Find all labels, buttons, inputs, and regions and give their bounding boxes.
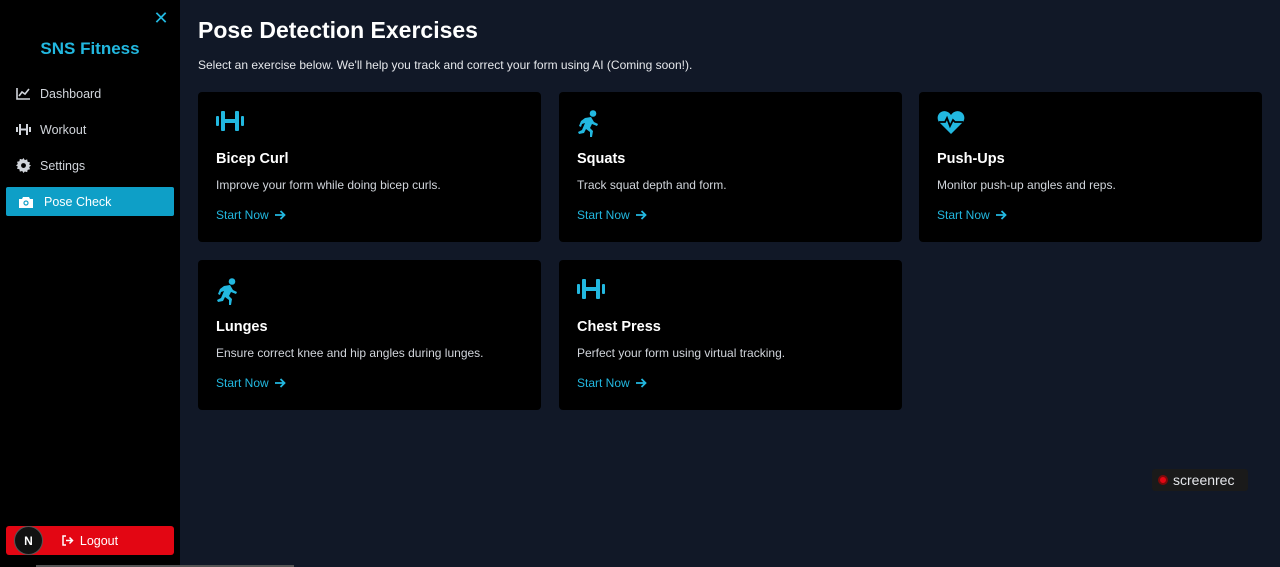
brand-title: SNS Fitness	[40, 39, 140, 58]
avatar[interactable]: N	[14, 526, 43, 555]
arrow-right-icon	[635, 378, 647, 388]
start-now-link[interactable]: Start Now	[216, 376, 286, 390]
page-title: Pose Detection Exercises	[198, 17, 478, 43]
arrow-right-icon	[274, 210, 286, 220]
exercise-card-lunges: Lunges Ensure correct knee and hip angle…	[198, 260, 541, 410]
sidebar-item-pose-check[interactable]: Pose Check	[6, 187, 174, 216]
arrow-right-icon	[635, 210, 647, 220]
card-description: Perfect your form using virtual tracking…	[577, 346, 786, 360]
start-now-label: Start Now	[577, 376, 630, 390]
close-sidebar-button[interactable]: ✕	[152, 9, 170, 27]
sidebar-nav: Dashboard Workout Settings Pose Check	[6, 79, 174, 223]
dumbbell-icon	[15, 122, 31, 138]
start-now-label: Start Now	[577, 208, 630, 222]
start-now-link[interactable]: Start Now	[577, 376, 647, 390]
logout-label: Logout	[79, 533, 119, 548]
screenrec-watermark: screenrec	[1152, 469, 1248, 491]
card-description: Monitor push-up angles and reps.	[937, 178, 1116, 192]
sidebar-item-label: Workout	[40, 122, 87, 137]
camera-icon	[18, 194, 34, 210]
start-now-label: Start Now	[216, 376, 269, 390]
exercise-card-chest-press: Chest Press Perfect your form using virt…	[559, 260, 902, 410]
running-icon	[577, 110, 601, 142]
start-now-link[interactable]: Start Now	[216, 208, 286, 222]
watermark-label: screenrec	[1173, 472, 1235, 488]
page-subtitle: Select an exercise below. We'll help you…	[198, 58, 693, 72]
sidebar-item-label: Pose Check	[44, 194, 112, 209]
card-title: Chest Press	[577, 319, 661, 335]
sign-out-icon	[62, 535, 74, 546]
card-title: Squats	[577, 151, 626, 167]
heart-pulse-icon	[937, 111, 965, 139]
sidebar-item-settings[interactable]: Settings	[6, 151, 174, 180]
sidebar-item-workout[interactable]: Workout	[6, 115, 174, 144]
card-title: Bicep Curl	[216, 151, 289, 167]
sidebar: ✕ SNS Fitness Dashboard Workout Settings…	[0, 0, 180, 567]
running-icon	[216, 278, 240, 310]
gear-icon	[15, 158, 31, 174]
sidebar-item-dashboard[interactable]: Dashboard	[6, 79, 174, 108]
dumbbell-icon	[216, 111, 244, 136]
start-now-label: Start Now	[937, 208, 990, 222]
arrow-right-icon	[995, 210, 1007, 220]
card-description: Track squat depth and form.	[577, 178, 727, 192]
card-description: Improve your form while doing bicep curl…	[216, 178, 441, 192]
exercise-card-bicep-curl: Bicep Curl Improve your form while doing…	[198, 92, 541, 242]
card-title: Lunges	[216, 319, 268, 335]
chart-line-icon	[15, 86, 31, 102]
card-title: Push-Ups	[937, 151, 1005, 167]
sidebar-item-label: Dashboard	[40, 86, 102, 101]
start-now-link[interactable]: Start Now	[937, 208, 1007, 222]
exercise-card-push-ups: Push-Ups Monitor push-up angles and reps…	[919, 92, 1262, 242]
exercise-card-squats: Squats Track squat depth and form. Start…	[559, 92, 902, 242]
record-dot-icon	[1158, 475, 1168, 485]
sidebar-item-label: Settings	[40, 158, 86, 173]
start-now-link[interactable]: Start Now	[577, 208, 647, 222]
card-description: Ensure correct knee and hip angles durin…	[216, 346, 484, 360]
arrow-right-icon	[274, 378, 286, 388]
dumbbell-icon	[577, 279, 605, 304]
start-now-label: Start Now	[216, 208, 269, 222]
